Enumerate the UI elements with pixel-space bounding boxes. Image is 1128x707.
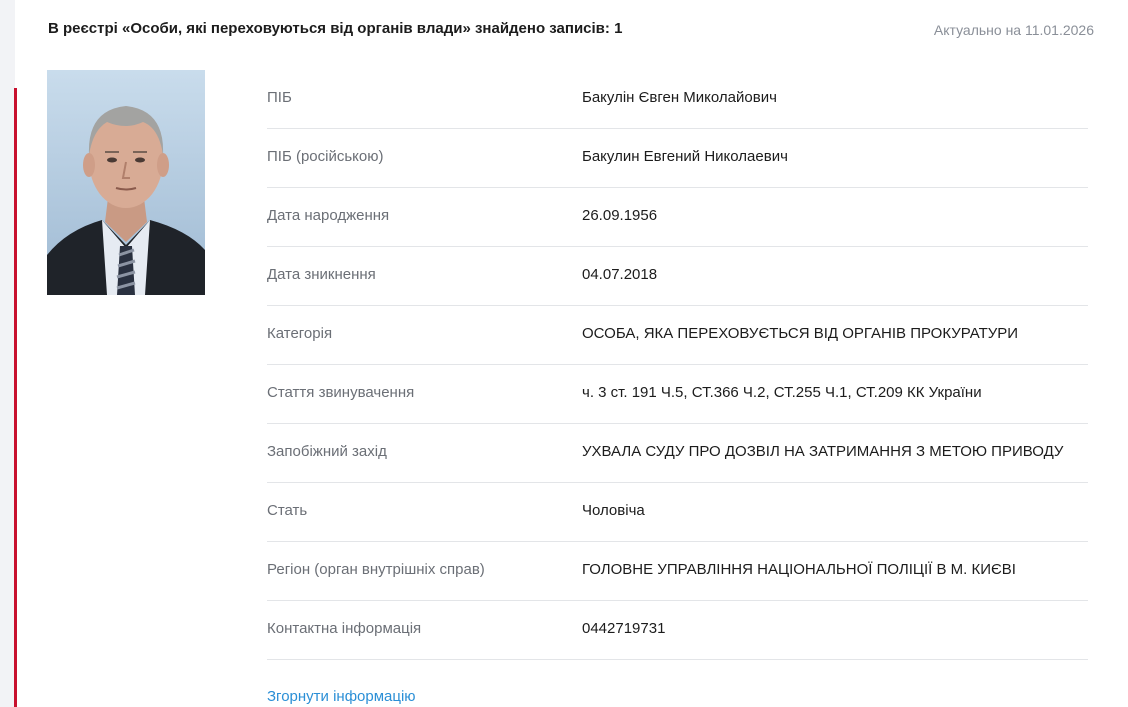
row-full-name-russian: ПІБ (російською) Бакулин Евгений Николае… <box>267 129 1088 188</box>
row-value: 0442719731 <box>582 620 666 637</box>
row-value: УХВАЛА СУДУ ПРО ДОЗВІЛ НА ЗАТРИМАННЯ З М… <box>582 443 1064 460</box>
row-label: Контактна інформація <box>267 620 422 637</box>
row-label: Стать <box>267 502 308 519</box>
page: В реєстрі «Особи, які переховуються від … <box>0 0 1128 707</box>
row-value: ОСОБА, ЯКА ПЕРЕХОВУЄТЬСЯ ВІД ОРГАНІВ ПРО… <box>582 325 1019 342</box>
person-photo-icon <box>47 70 205 295</box>
row-label: Запобіжний захід <box>267 443 387 460</box>
row-value: 04.07.2018 <box>582 266 658 283</box>
row-region: Регіон (орган внутрішніх справ) ГОЛОВНЕ … <box>267 542 1088 601</box>
row-value: Чоловіча <box>582 502 645 519</box>
row-sex: Стать Чоловіча <box>267 483 1088 542</box>
row-charge-article: Стаття звинувачення ч. 3 ст. 191 Ч.5, СТ… <box>267 365 1088 424</box>
details-table: ПІБ Бакулін Євген Миколайович ПІБ (росій… <box>267 70 1088 660</box>
row-label: Дата зникнення <box>267 266 376 283</box>
row-full-name: ПІБ Бакулін Євген Миколайович <box>267 70 1088 129</box>
row-value: Бакулин Евгений Николаевич <box>582 148 788 165</box>
row-value: Бакулін Євген Миколайович <box>582 89 777 106</box>
row-contact-info: Контактна інформація 0442719731 <box>267 601 1088 660</box>
results-title: В реєстрі «Особи, які переховуються від … <box>48 20 623 37</box>
left-sidebar-strip <box>0 0 15 707</box>
row-label: Дата народження <box>267 207 390 224</box>
row-disappearance-date: Дата зникнення 04.07.2018 <box>267 247 1088 306</box>
row-preventive-measure: Запобіжний захід УХВАЛА СУДУ ПРО ДОЗВІЛ … <box>267 424 1088 483</box>
row-birth-date: Дата народження 26.09.1956 <box>267 188 1088 247</box>
collapse-info-link[interactable]: Згорнути інформацію <box>267 688 416 705</box>
row-value: ч. 3 ст. 191 Ч.5, СТ.366 Ч.2, СТ.255 Ч.1… <box>582 384 982 401</box>
row-label: Регіон (орган внутрішніх справ) <box>267 561 485 578</box>
row-label: ПІБ <box>267 89 292 106</box>
row-category: Категорія ОСОБА, ЯКА ПЕРЕХОВУЄТЬСЯ ВІД О… <box>267 306 1088 365</box>
person-photo <box>47 70 205 295</box>
row-label: Стаття звинувачення <box>267 384 415 401</box>
row-label: ПІБ (російською) <box>267 148 384 165</box>
row-value: 26.09.1956 <box>582 207 658 224</box>
row-value: ГОЛОВНЕ УПРАВЛІННЯ НАЦІОНАЛЬНОЇ ПОЛІЦІЇ … <box>582 561 1016 578</box>
actual-date: Актуально на 11.01.2026 <box>933 22 1094 38</box>
record-accent-bar <box>14 88 17 707</box>
row-label: Категорія <box>267 325 333 342</box>
